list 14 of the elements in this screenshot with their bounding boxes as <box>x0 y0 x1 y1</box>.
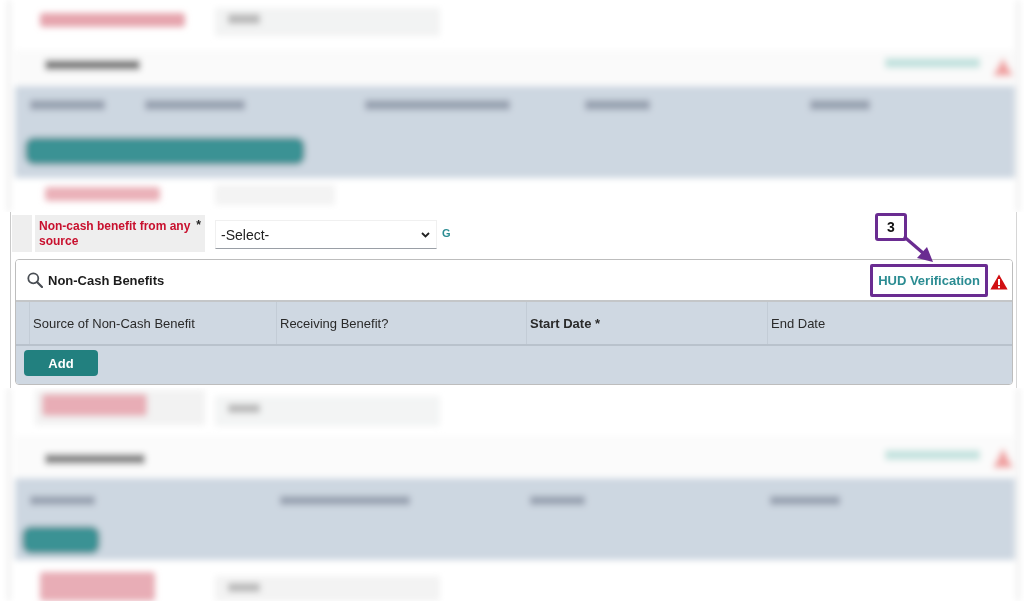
panel-title: Non-Cash Benefits <box>48 272 165 288</box>
search-icon <box>27 272 43 288</box>
warning-icon <box>990 274 1008 290</box>
field-label: Non-cash benefit from any source <box>39 219 192 249</box>
chevron-down-icon <box>421 231 430 238</box>
field-code-label: G <box>442 227 451 239</box>
source-select[interactable]: -Select- <box>215 220 437 249</box>
label-gutter <box>12 215 32 252</box>
hud-verification-link[interactable]: HUD Verification <box>870 263 988 297</box>
add-button[interactable]: Add <box>24 350 98 376</box>
callout-arrow-icon <box>903 236 934 263</box>
required-asterisk: * <box>196 219 201 232</box>
step-callout: 3 <box>875 213 907 241</box>
column-header: Source of Non-Cash Benefit <box>32 314 196 333</box>
